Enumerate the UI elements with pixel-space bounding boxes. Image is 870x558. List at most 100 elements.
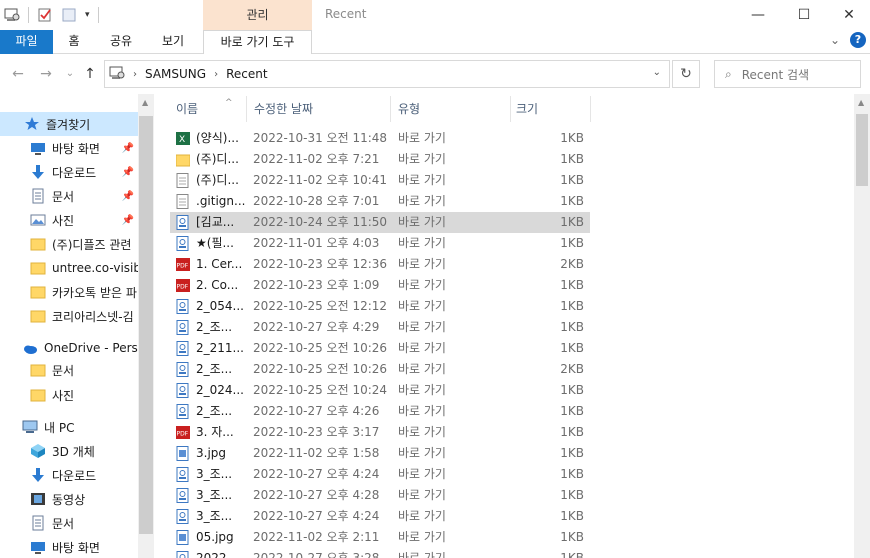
tab-home[interactable]: 홈: [58, 30, 90, 54]
customize-qat-icon[interactable]: ▾: [85, 10, 90, 20]
file-name: .gitign...: [196, 194, 246, 208]
collapse-ribbon-icon[interactable]: ⌄: [830, 33, 840, 47]
file-row[interactable]: ★(필... 2022-11-01 오후 4:03 바로 가기 1KB: [170, 233, 590, 254]
breadcrumb-samsung[interactable]: SAMSUNG: [145, 67, 206, 81]
tab-share[interactable]: 공유: [102, 30, 140, 54]
file-row[interactable]: PDF 2. Co... 2022-10-23 오후 1:09 바로 가기 1KB: [170, 275, 590, 296]
column-header-type[interactable]: 유형: [398, 96, 420, 122]
sidebar-item-label: 사진: [52, 388, 75, 403]
breadcrumb-recent[interactable]: Recent: [226, 67, 267, 81]
address-dropdown-icon[interactable]: ⌄: [653, 67, 661, 78]
folder-icon: [30, 362, 46, 378]
file-list-scroll-thumb[interactable]: [856, 114, 868, 186]
sidebar-item-pc-desktop[interactable]: 바탕 화면: [0, 535, 138, 558]
file-row[interactable]: 2_조... 2022-10-27 오후 4:26 바로 가기 1KB: [170, 401, 590, 422]
file-row[interactable]: 2_조... 2022-10-25 오전 10:26 바로 가기 2KB: [170, 359, 590, 380]
tab-shortcut-tools[interactable]: 바로 가기 도구: [203, 30, 312, 54]
file-row[interactable]: 2022... 2022-10-27 오후 3:28 바로 가기 1KB: [170, 548, 590, 558]
sidebar-scroll-thumb[interactable]: [139, 116, 153, 534]
breadcrumb-separator-icon: ›: [214, 68, 219, 80]
sidebar-item-folder[interactable]: 카카오톡 받은 파: [0, 280, 138, 304]
file-row[interactable]: 3.jpg 2022-11-02 오후 1:58 바로 가기 1KB: [170, 443, 590, 464]
column-divider[interactable]: [246, 96, 247, 122]
file-row[interactable]: (주)디... 2022-11-02 오후 7:21 바로 가기 1KB: [170, 149, 590, 170]
sidebar-item-folder[interactable]: 코리아리스넷-김: [0, 304, 138, 328]
sidebar-item-pc-documents[interactable]: 문서: [0, 511, 138, 535]
up-button[interactable]: ↑: [80, 64, 100, 84]
download-icon: [30, 164, 46, 180]
column-header-name[interactable]: 이름 ^: [176, 96, 233, 122]
column-divider[interactable]: [390, 96, 391, 122]
ribbon-controls: ⌄ ?: [830, 32, 866, 48]
help-icon[interactable]: ?: [850, 32, 866, 48]
new-folder-icon[interactable]: [61, 7, 77, 23]
maximize-button[interactable]: ☐: [781, 0, 827, 30]
file-name: 1. Cer...: [196, 257, 243, 271]
sidebar-item-pictures[interactable]: 사진 📌: [0, 208, 138, 232]
sidebar-scrollbar[interactable]: ▲: [138, 94, 154, 558]
3d-objects-icon: [30, 443, 46, 459]
file-row[interactable]: PDF 1. Cer... 2022-10-23 오후 12:36 바로 가기 2KB: [170, 254, 590, 275]
file-row[interactable]: 3_조... 2022-10-27 오후 4:28 바로 가기 1KB: [170, 485, 590, 506]
file-row[interactable]: [김교... 2022-10-24 오후 11:50 바로 가기 1KB: [170, 212, 590, 233]
hwp-icon: [176, 215, 190, 230]
address-bar[interactable]: › SAMSUNG › Recent ⌄: [104, 60, 670, 88]
column-header-date[interactable]: 수정한 날짜: [254, 96, 313, 122]
column-divider[interactable]: [590, 96, 591, 122]
file-date: 2022-10-28 오후 7:01: [253, 194, 380, 208]
search-box[interactable]: ⌕ Recent 검색: [714, 60, 861, 88]
recent-locations-button[interactable]: ⌄: [60, 64, 80, 84]
properties-icon[interactable]: [37, 7, 53, 23]
navigation-pane: 즐겨찾기 바탕 화면 📌 다운로드 📌 문서 📌 사진 📌 (주)디플즈 관련 …: [0, 94, 138, 558]
file-row[interactable]: 3_조... 2022-10-27 오후 4:24 바로 가기 1KB: [170, 506, 590, 527]
file-row[interactable]: (주)디... 2022-11-02 오후 10:41 바로 가기 1KB: [170, 170, 590, 191]
sidebar-item-label: 문서: [52, 189, 75, 204]
title-bar: ▾ 관리 Recent — ☐ ✕: [0, 0, 870, 30]
tab-view[interactable]: 보기: [152, 30, 194, 54]
sidebar-item-onedrive-documents[interactable]: 문서: [0, 358, 138, 382]
tab-file[interactable]: 파일: [0, 30, 53, 54]
sidebar-item-folder[interactable]: untree.co-visible: [0, 256, 138, 280]
desktop-icon: [30, 140, 46, 156]
ribbon-tabs: 파일 홈 공유 보기 바로 가기 도구 ⌄ ?: [0, 30, 870, 54]
sidebar-item-3d-objects[interactable]: 3D 개체: [0, 439, 138, 463]
sidebar-item-videos[interactable]: 동영상: [0, 487, 138, 511]
sidebar-item-desktop[interactable]: 바탕 화면 📌: [0, 136, 138, 160]
this-pc-icon[interactable]: [4, 7, 20, 23]
sidebar-item-onedrive-pictures[interactable]: 사진: [0, 383, 138, 407]
hwp-icon: [176, 551, 190, 558]
file-row[interactable]: .gitign... 2022-10-28 오후 7:01 바로 가기 1KB: [170, 191, 590, 212]
file-type: 바로 가기: [398, 299, 446, 313]
sidebar-item-quick-access[interactable]: 즐겨찾기: [0, 112, 138, 136]
file-row[interactable]: 2_024... 2022-10-25 오전 10:24 바로 가기 1KB: [170, 380, 590, 401]
file-row[interactable]: 3_조... 2022-10-27 오후 4:24 바로 가기 1KB: [170, 464, 590, 485]
sidebar-item-documents[interactable]: 문서 📌: [0, 184, 138, 208]
file-row[interactable]: 05.jpg 2022-11-02 오후 2:11 바로 가기 1KB: [170, 527, 590, 548]
file-row[interactable]: 2_211... 2022-10-25 오전 10:26 바로 가기 1KB: [170, 338, 590, 359]
file-list-scrollbar[interactable]: ▲: [854, 94, 870, 558]
file-row[interactable]: PDF 3. 자... 2022-10-23 오후 3:17 바로 가기 1KB: [170, 422, 590, 443]
column-header-size[interactable]: 크기: [516, 96, 538, 122]
file-row[interactable]: 2_조... 2022-10-27 오후 4:29 바로 가기 1KB: [170, 317, 590, 338]
computer-icon: [22, 419, 38, 435]
column-divider[interactable]: [510, 96, 511, 122]
close-button[interactable]: ✕: [826, 0, 870, 30]
minimize-button[interactable]: —: [735, 0, 781, 30]
refresh-button[interactable]: ↻: [672, 60, 700, 88]
back-button[interactable]: ←: [8, 64, 28, 84]
sidebar-item-downloads[interactable]: 다운로드 📌: [0, 160, 138, 184]
file-size: 1KB: [560, 530, 584, 544]
forward-button[interactable]: →: [36, 64, 56, 84]
pdf-icon: PDF: [176, 425, 190, 440]
file-row[interactable]: 2_054... 2022-10-25 오전 12:12 바로 가기 1KB: [170, 296, 590, 317]
scroll-up-icon[interactable]: ▲: [142, 98, 148, 107]
scroll-up-icon[interactable]: ▲: [858, 98, 864, 107]
file-row[interactable]: X (양식)... 2022-10-31 오전 11:48 바로 가기 1KB: [170, 128, 590, 149]
location-icon: [109, 65, 125, 84]
sidebar-item-pc-downloads[interactable]: 다운로드: [0, 463, 138, 487]
sidebar-item-folder[interactable]: (주)디플즈 관련: [0, 232, 138, 256]
file-name: 2_024...: [196, 383, 244, 397]
sidebar-item-onedrive[interactable]: OneDrive - Persor: [0, 336, 138, 360]
sidebar-item-this-pc[interactable]: 내 PC: [0, 415, 138, 439]
sidebar-item-label: 다운로드: [52, 165, 97, 180]
